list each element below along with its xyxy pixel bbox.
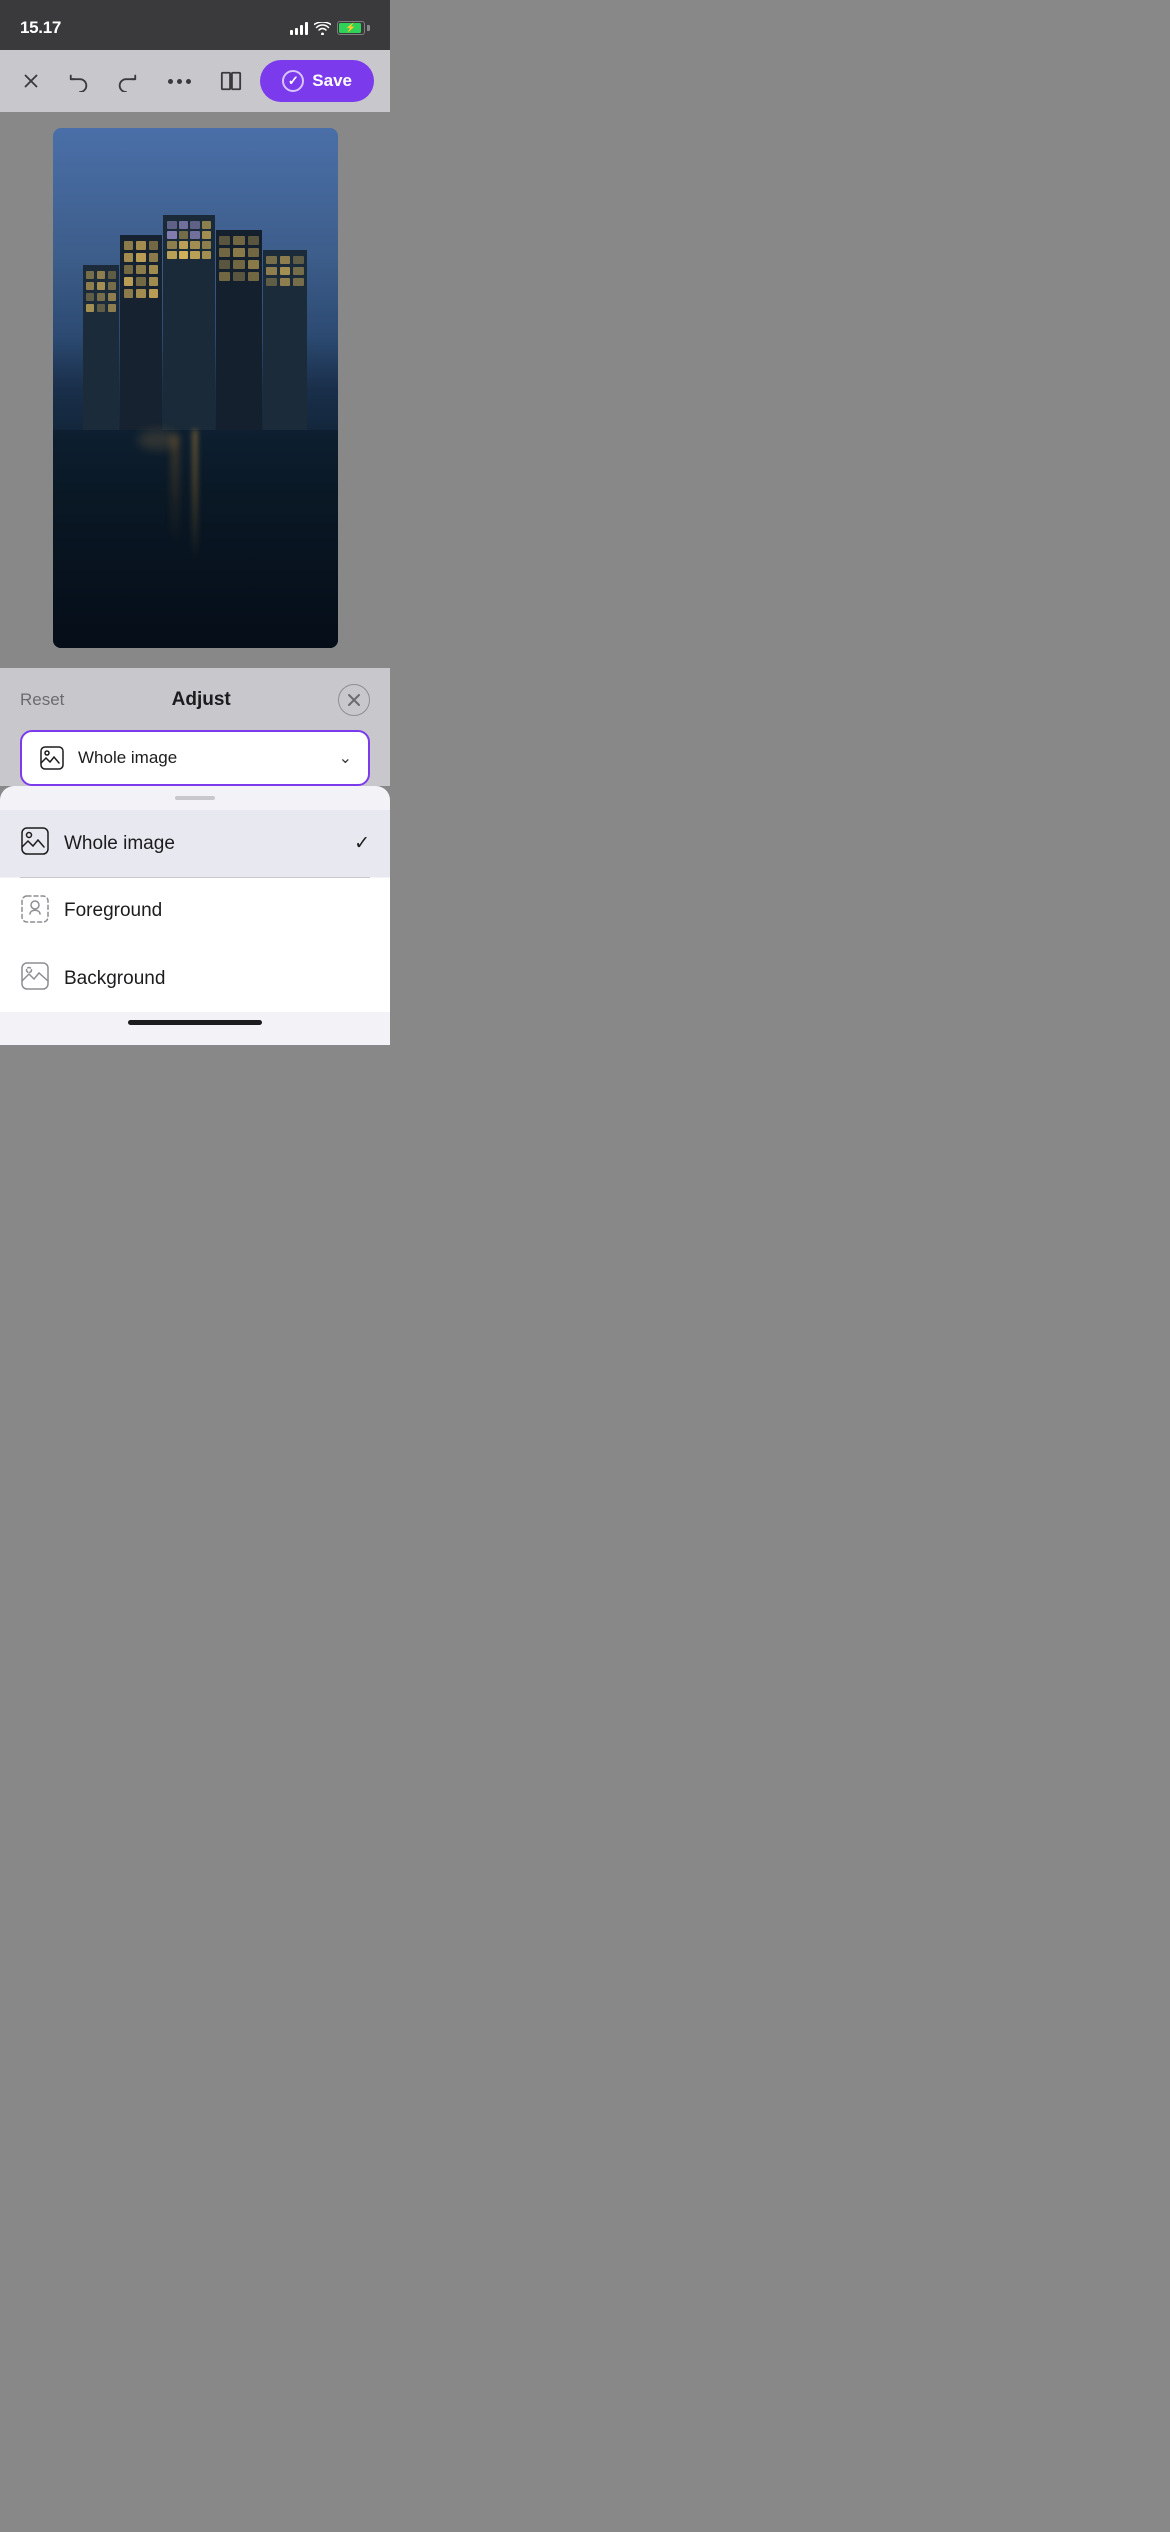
save-check-icon [282,70,304,92]
wifi-icon [314,22,331,35]
whole-image-menu-icon [20,826,50,861]
toolbar-left [16,66,142,96]
signal-bars-icon [290,21,308,35]
dropdown-label: Whole image [78,748,327,768]
save-button[interactable]: Save [260,60,374,102]
foreground-menu-icon [20,894,50,929]
background-menu-icon [20,961,50,996]
menu-item-whole-image[interactable]: Whole image ✓ [0,810,390,877]
background-label: Background [64,968,370,990]
toolbar-center [156,75,202,88]
home-indicator [0,1012,390,1045]
status-time: 15.17 [20,18,61,38]
dropdown-menu: Whole image ✓ Foreground Background [0,786,390,1045]
photo-background [53,128,338,648]
redo-button[interactable] [112,66,142,96]
close-x-icon [347,693,361,707]
battery-icon: ⚡ [337,21,370,35]
close-button[interactable] [16,66,46,96]
whole-image-icon [38,744,66,772]
selected-checkmark: ✓ [354,832,370,855]
buildings-silhouette [53,215,338,430]
three-dots-icon [168,79,191,84]
more-options-button[interactable] [164,75,195,88]
status-bar: 15.17 ⚡ [0,0,390,50]
menu-item-background[interactable]: Background [0,945,390,1012]
area-dropdown[interactable]: Whole image ⌄ [20,730,370,786]
save-label: Save [312,71,352,91]
close-panel-button[interactable] [338,684,370,716]
chevron-down-icon: ⌄ [339,748,352,768]
adjust-header: Reset Adjust [20,684,370,716]
whole-image-label: Whole image [64,833,340,855]
home-bar [128,1020,262,1025]
menu-item-foreground[interactable]: Foreground [0,878,390,945]
reset-button[interactable]: Reset [20,690,64,710]
toolbar-right: Save [216,60,374,102]
undo-button[interactable] [64,66,94,96]
adjust-title: Adjust [172,689,231,711]
handle-bar [175,796,215,800]
image-area [0,112,390,668]
water-reflection [53,430,338,648]
foreground-label: Foreground [64,900,370,922]
photo-frame [53,128,338,648]
bottom-panel: Reset Adjust Whole image ⌄ [0,668,390,786]
compare-button[interactable] [216,66,246,96]
toolbar: Save [0,50,390,112]
sheet-handle [0,786,390,810]
status-icons: ⚡ [290,21,370,35]
